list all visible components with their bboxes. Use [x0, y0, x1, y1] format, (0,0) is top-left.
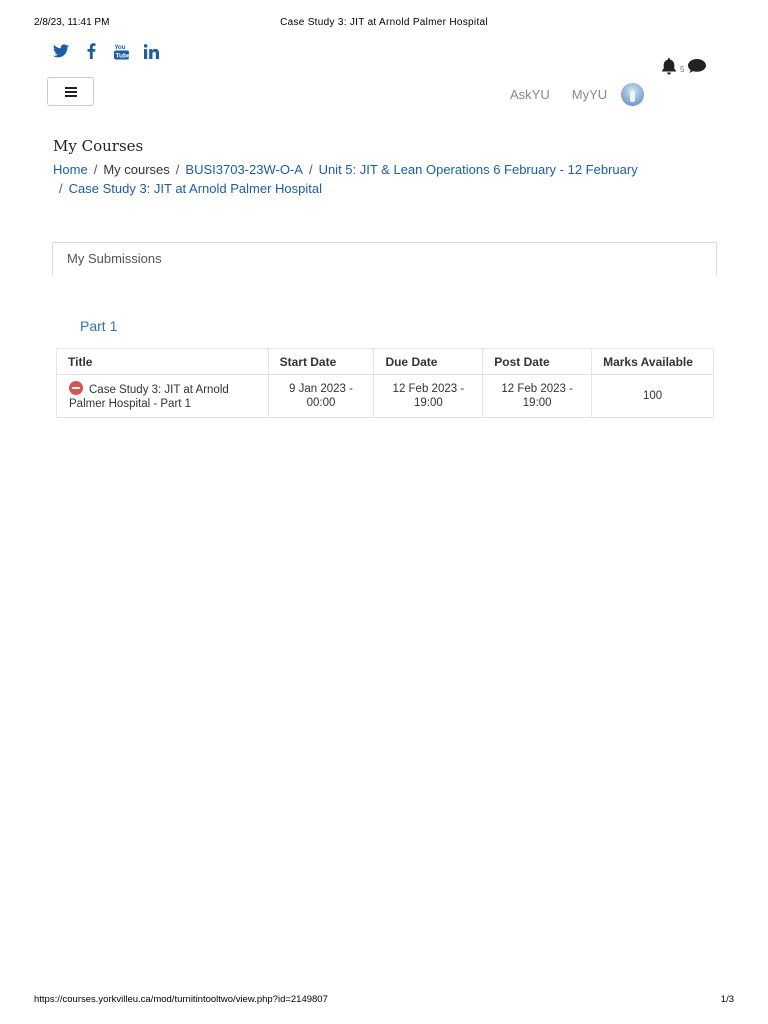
page-title: My Courses	[53, 137, 144, 155]
cell-post-date: 12 Feb 2023 - 19:00	[482, 374, 593, 418]
cell-start-date: 9 Jan 2023 - 00:00	[267, 374, 375, 418]
bell-icon[interactable]	[660, 57, 678, 75]
breadcrumb-separator: /	[93, 162, 98, 177]
breadcrumb-unit[interactable]: Unit 5: JIT & Lean Operations 6 February…	[319, 162, 638, 177]
youtube-icon[interactable]: You Tube	[112, 42, 130, 60]
print-footer: https://courses.yorkvilleu.ca/mod/turnit…	[34, 994, 734, 1006]
column-header-start-date[interactable]: Start Date	[267, 348, 375, 375]
assignment-title: Case Study 3: JIT at Arnold Palmer Hospi…	[69, 384, 229, 410]
breadcrumb: Home / My courses / BUSI3703-23W-O-A / Unit 5:…	[53, 160, 693, 198]
askyu-link[interactable]: AskYU	[510, 87, 550, 102]
cell-title: Case Study 3: JIT at Arnold Palmer Hospi…	[56, 374, 269, 418]
tab-bar: My Submissions	[52, 242, 717, 276]
print-title: Case Study 3: JIT at Arnold Palmer Hospi…	[280, 17, 488, 28]
breadcrumb-course[interactable]: BUSI3703-23W-O-A	[185, 162, 303, 177]
column-header-marks-available[interactable]: Marks Available	[591, 348, 714, 375]
part-title-link[interactable]: Part 1	[80, 318, 117, 334]
print-url: https://courses.yorkvilleu.ca/mod/turnit…	[34, 994, 328, 1005]
social-links: You Tube	[52, 42, 160, 60]
myyu-link[interactable]: MyYU	[572, 87, 607, 102]
linkedin-icon[interactable]	[142, 42, 160, 60]
menu-toggle-button[interactable]	[47, 77, 94, 106]
print-header: 2/8/23, 11:41 PM Case Study 3: JIT at Ar…	[34, 17, 734, 31]
breadcrumb-home[interactable]: Home	[53, 162, 88, 177]
breadcrumb-current[interactable]: Case Study 3: JIT at Arnold Palmer Hospi…	[69, 181, 322, 196]
facebook-icon[interactable]	[82, 42, 100, 60]
svg-text:Tube: Tube	[115, 52, 129, 59]
notification-count: 5	[680, 64, 685, 74]
stop-icon	[69, 381, 83, 395]
svg-text:You: You	[114, 45, 125, 51]
column-header-post-date[interactable]: Post Date	[482, 348, 593, 375]
twitter-icon[interactable]	[52, 42, 70, 60]
breadcrumb-separator: /	[175, 162, 180, 177]
cell-due-date: 12 Feb 2023 - 19:00	[373, 374, 484, 418]
chat-icon[interactable]	[687, 58, 707, 74]
top-nav: AskYU MyYU	[510, 83, 645, 106]
breadcrumb-my-courses: My courses	[103, 162, 170, 177]
tab-my-submissions[interactable]: My Submissions	[67, 251, 162, 266]
column-header-title[interactable]: Title	[56, 348, 269, 375]
table-row: Case Study 3: JIT at Arnold Palmer Hospi…	[56, 374, 714, 418]
submissions-table: Title Start Date Due Date Post Date Mark…	[56, 348, 714, 418]
notification-area: 5	[660, 57, 707, 75]
column-header-due-date[interactable]: Due Date	[373, 348, 484, 375]
print-page-number: 1/3	[720, 994, 734, 1005]
breadcrumb-separator: /	[59, 181, 63, 196]
cell-marks-available: 100	[591, 374, 714, 418]
breadcrumb-separator: /	[308, 162, 313, 177]
avatar[interactable]	[621, 83, 645, 106]
table-header-row: Title Start Date Due Date Post Date Mark…	[56, 348, 714, 375]
hamburger-menu-icon	[64, 86, 77, 97]
